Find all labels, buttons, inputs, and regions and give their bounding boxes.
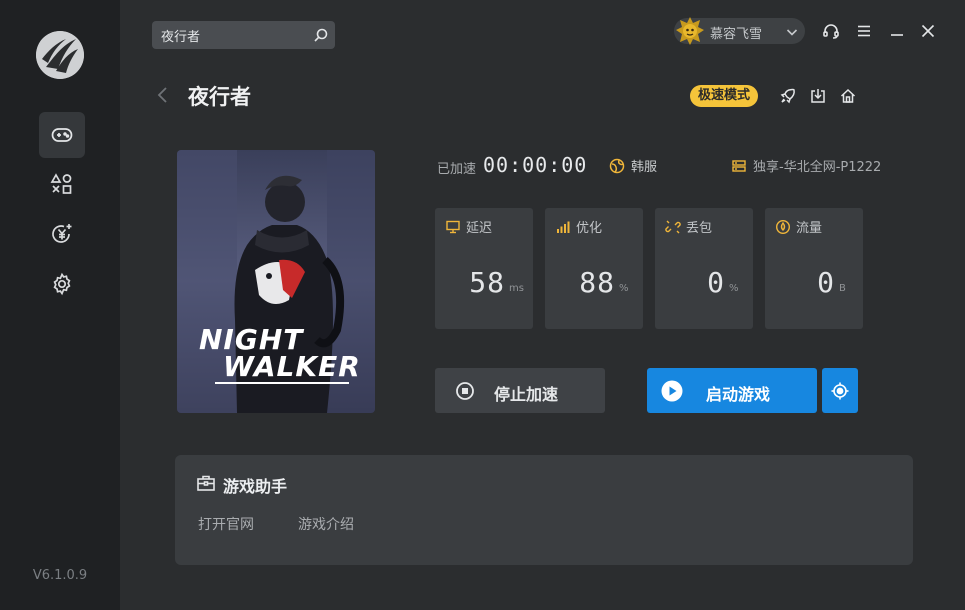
stat-value: 58 [469, 266, 505, 299]
launch-game-button[interactable]: 启动游戏 [647, 368, 817, 413]
signal-icon [557, 221, 570, 233]
toolbox-icon [196, 473, 216, 497]
sidebar-item-games[interactable] [39, 112, 85, 158]
rocket-icon [780, 88, 795, 104]
accelerated-label: 已加速 [437, 162, 477, 177]
download-icon [811, 89, 825, 103]
play-icon [661, 380, 683, 402]
stat-card-traffic: 流量 0 B [765, 208, 863, 329]
stat-label: 丢包 [686, 221, 713, 236]
minimize-icon [891, 34, 903, 36]
app-version: V6.1.0.9 [32, 568, 88, 583]
game-intro-link[interactable]: 游戏介绍 [298, 514, 354, 534]
open-website-link[interactable]: 打开官网 [198, 514, 254, 534]
server-icon [732, 159, 746, 172]
stat-card-packet-loss: 丢包 0 % [655, 208, 753, 329]
search-input[interactable] [152, 21, 307, 49]
game-assistant-panel: 游戏助手 打开官网 游戏介绍 [175, 455, 913, 565]
target-icon [831, 382, 849, 399]
user-menu[interactable]: 慕容飞雪 [674, 16, 805, 46]
game-cover: NIGHT WALKER [177, 150, 375, 413]
stat-unit: % [729, 283, 739, 294]
stat-label: 流量 [796, 221, 823, 236]
boost-button[interactable] [778, 86, 798, 106]
stat-label: 延迟 [466, 221, 493, 236]
support-button[interactable] [821, 21, 841, 41]
server-node[interactable]: 独享-华北全网-P1222 [731, 156, 881, 175]
drop-icon [775, 219, 791, 234]
stat-unit: ms [509, 283, 524, 294]
home-button[interactable] [838, 86, 858, 106]
sidebar-item-settings[interactable] [39, 261, 85, 307]
yuan-coin-icon [52, 224, 72, 243]
gear-icon [53, 272, 71, 296]
download-button[interactable] [808, 86, 828, 106]
server-region[interactable]: 韩服 [609, 156, 657, 175]
stop-label: 停止加速 [494, 385, 559, 404]
back-button[interactable] [155, 85, 171, 109]
stop-acceleration-button[interactable]: 停止加速 [435, 368, 605, 413]
username: 慕容飞雪 [710, 27, 763, 42]
stat-card-latency: 延迟 58 ms [435, 208, 533, 329]
home-icon [840, 88, 856, 103]
stop-icon [456, 382, 474, 400]
close-button[interactable] [918, 21, 938, 41]
stat-value: 88 [579, 266, 615, 299]
stat-value: 0 [817, 266, 835, 299]
headset-icon [823, 24, 839, 39]
search-icon[interactable] [313, 27, 329, 47]
menu-button[interactable] [854, 21, 874, 41]
sidebar: V6.1.0.9 [0, 0, 120, 610]
region-text: 韩服 [631, 160, 658, 175]
sidebar-item-tools[interactable] [39, 161, 85, 207]
stat-card-optimization: 优化 88 % [545, 208, 643, 329]
chevron-down-icon [785, 24, 799, 43]
accel-timer: 00:00:00 [483, 153, 588, 177]
app-logo [36, 31, 84, 79]
stat-label: 优化 [576, 221, 603, 236]
launch-label: 启动游戏 [706, 385, 771, 404]
globe-icon [609, 158, 625, 173]
shapes-icon [50, 173, 72, 194]
close-icon [921, 24, 935, 38]
assistant-title: 游戏助手 [223, 477, 288, 496]
chevron-left-icon [157, 87, 167, 103]
stat-unit: % [619, 283, 629, 294]
monitor-icon [446, 220, 460, 233]
stat-unit: B [839, 283, 846, 294]
stat-value: 0 [707, 266, 725, 299]
menu-icon [858, 25, 870, 37]
minimize-button[interactable] [887, 21, 907, 41]
locate-button[interactable] [822, 368, 858, 413]
search-box [152, 21, 335, 49]
page-title: 夜行者 [188, 85, 251, 109]
sidebar-item-recharge[interactable] [39, 211, 85, 257]
broken-link-icon [665, 220, 681, 233]
avatar [675, 16, 705, 46]
cover-underline [215, 382, 349, 384]
speed-mode-badge[interactable]: 极速模式 [690, 85, 759, 107]
node-text: 独享-华北全网-P1222 [753, 160, 882, 175]
cover-title-walker: WALKER [223, 350, 361, 383]
gamepad-icon [51, 128, 73, 142]
